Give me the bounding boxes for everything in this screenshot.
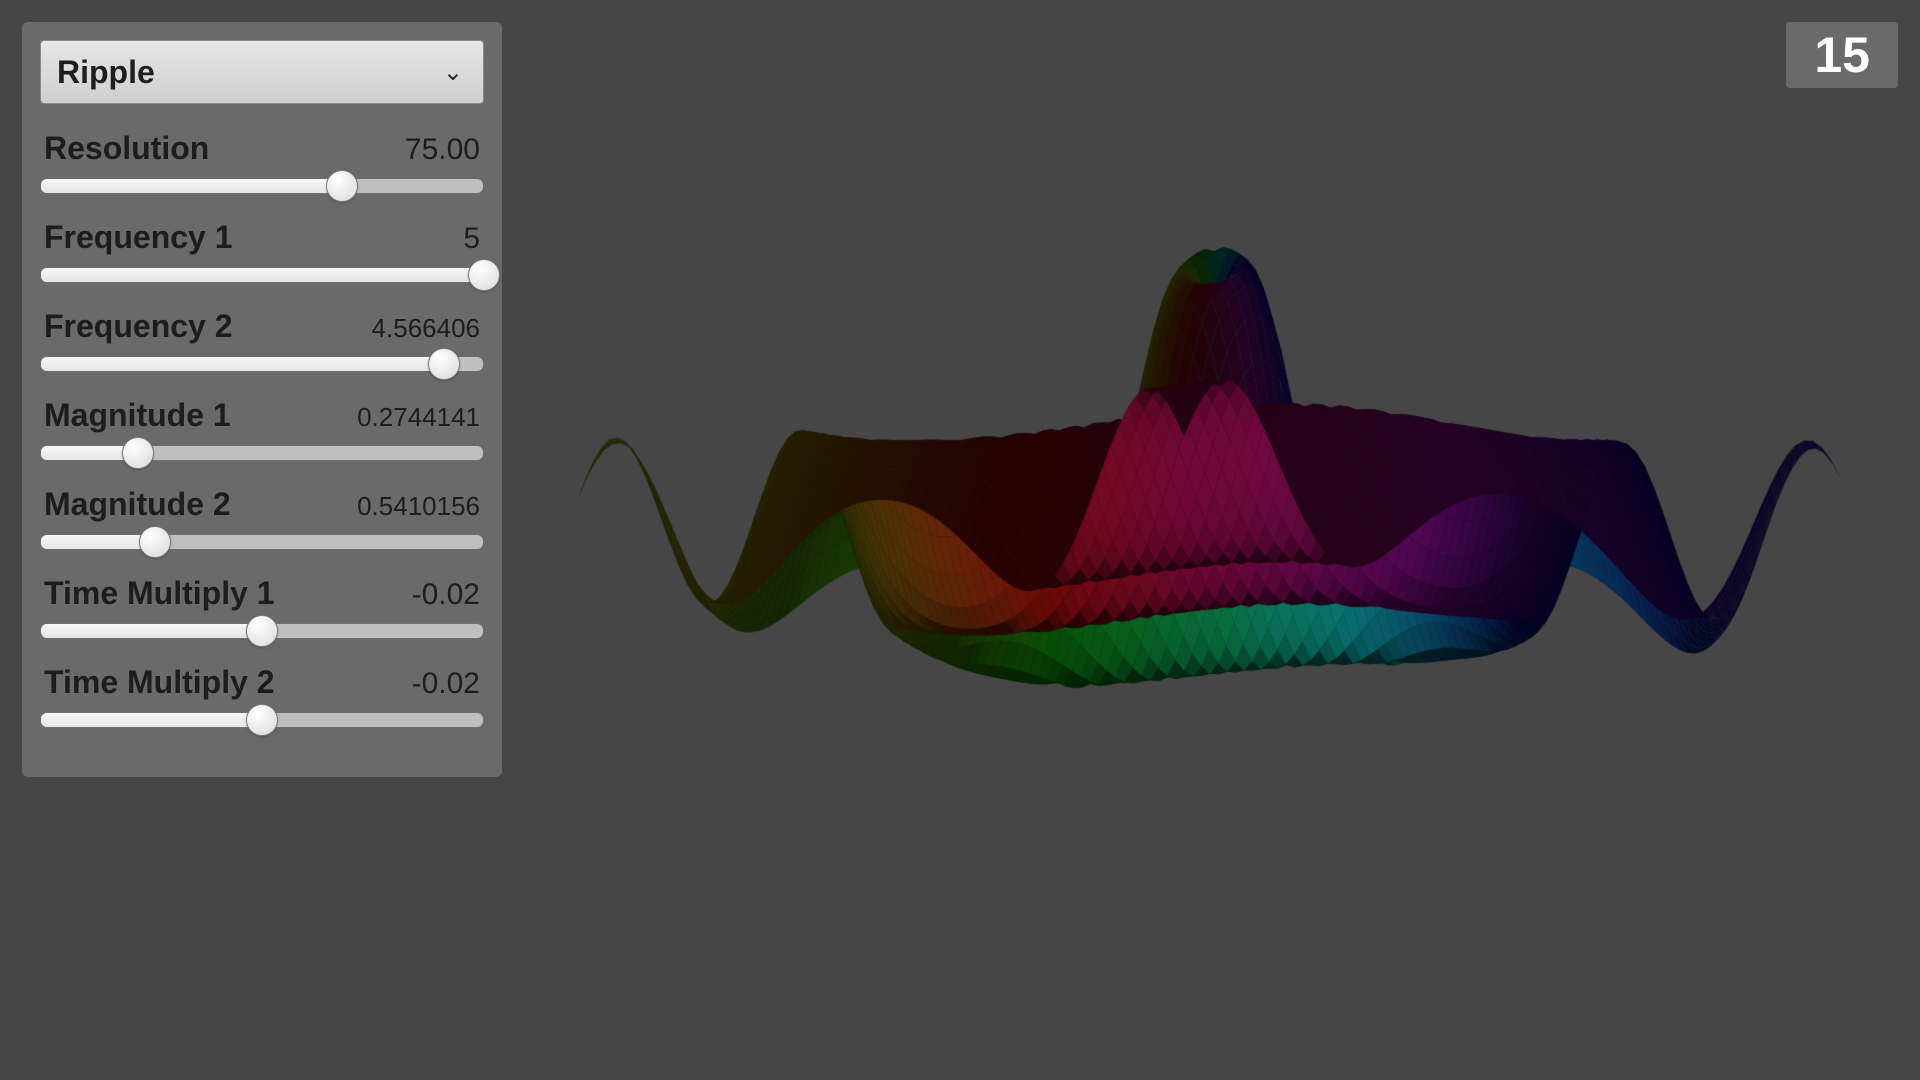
ripple-surface-canvas[interactable] — [560, 0, 1920, 1080]
slider-label-timemult1: Time Multiply 1 — [44, 575, 275, 612]
slider-value-timemult1: -0.02 — [412, 578, 480, 612]
slider-value-magnitude1: 0.2744141 — [357, 402, 480, 433]
slider-track-magnitude2[interactable] — [40, 527, 484, 557]
slider-frequency1: Frequency 1 5 — [40, 219, 484, 290]
viewport-3d[interactable] — [560, 0, 1920, 1080]
function-dropdown-label: Ripple — [57, 54, 155, 91]
slider-thumb-magnitude2[interactable] — [139, 526, 171, 558]
slider-value-resolution: 75.00 — [405, 133, 480, 167]
slider-value-frequency2: 4.566406 — [372, 313, 480, 344]
slider-value-magnitude2: 0.5410156 — [357, 491, 480, 522]
slider-track-magnitude1[interactable] — [40, 438, 484, 468]
slider-magnitude2: Magnitude 2 0.5410156 — [40, 486, 484, 557]
chevron-down-icon: ⌄ — [443, 58, 463, 87]
slider-resolution: Resolution 75.00 — [40, 130, 484, 201]
slider-thumb-frequency2[interactable] — [428, 348, 460, 380]
slider-track-frequency1[interactable] — [40, 260, 484, 290]
slider-track-timemult1[interactable] — [40, 616, 484, 646]
slider-thumb-frequency1[interactable] — [468, 259, 500, 291]
slider-timemult1: Time Multiply 1 -0.02 — [40, 575, 484, 646]
slider-track-resolution[interactable] — [40, 171, 484, 201]
slider-timemult2: Time Multiply 2 -0.02 — [40, 664, 484, 735]
function-dropdown[interactable]: Ripple ⌄ — [40, 40, 484, 104]
slider-thumb-timemult1[interactable] — [246, 615, 278, 647]
slider-track-timemult2[interactable] — [40, 705, 484, 735]
slider-thumb-magnitude1[interactable] — [122, 437, 154, 469]
slider-label-magnitude2: Magnitude 2 — [44, 486, 231, 523]
slider-thumb-timemult2[interactable] — [246, 704, 278, 736]
control-panel: Ripple ⌄ Resolution75.00Frequency 15Freq… — [22, 22, 502, 777]
slider-value-timemult2: -0.02 — [412, 667, 480, 701]
slider-value-frequency1: 5 — [463, 222, 480, 256]
slider-label-magnitude1: Magnitude 1 — [44, 397, 231, 434]
slider-frequency2: Frequency 2 4.566406 — [40, 308, 484, 379]
slider-track-frequency2[interactable] — [40, 349, 484, 379]
slider-label-resolution: Resolution — [44, 130, 209, 167]
slider-thumb-resolution[interactable] — [326, 170, 358, 202]
slider-label-timemult2: Time Multiply 2 — [44, 664, 275, 701]
slider-label-frequency2: Frequency 2 — [44, 308, 233, 345]
slider-label-frequency1: Frequency 1 — [44, 219, 233, 256]
slider-magnitude1: Magnitude 1 0.2744141 — [40, 397, 484, 468]
